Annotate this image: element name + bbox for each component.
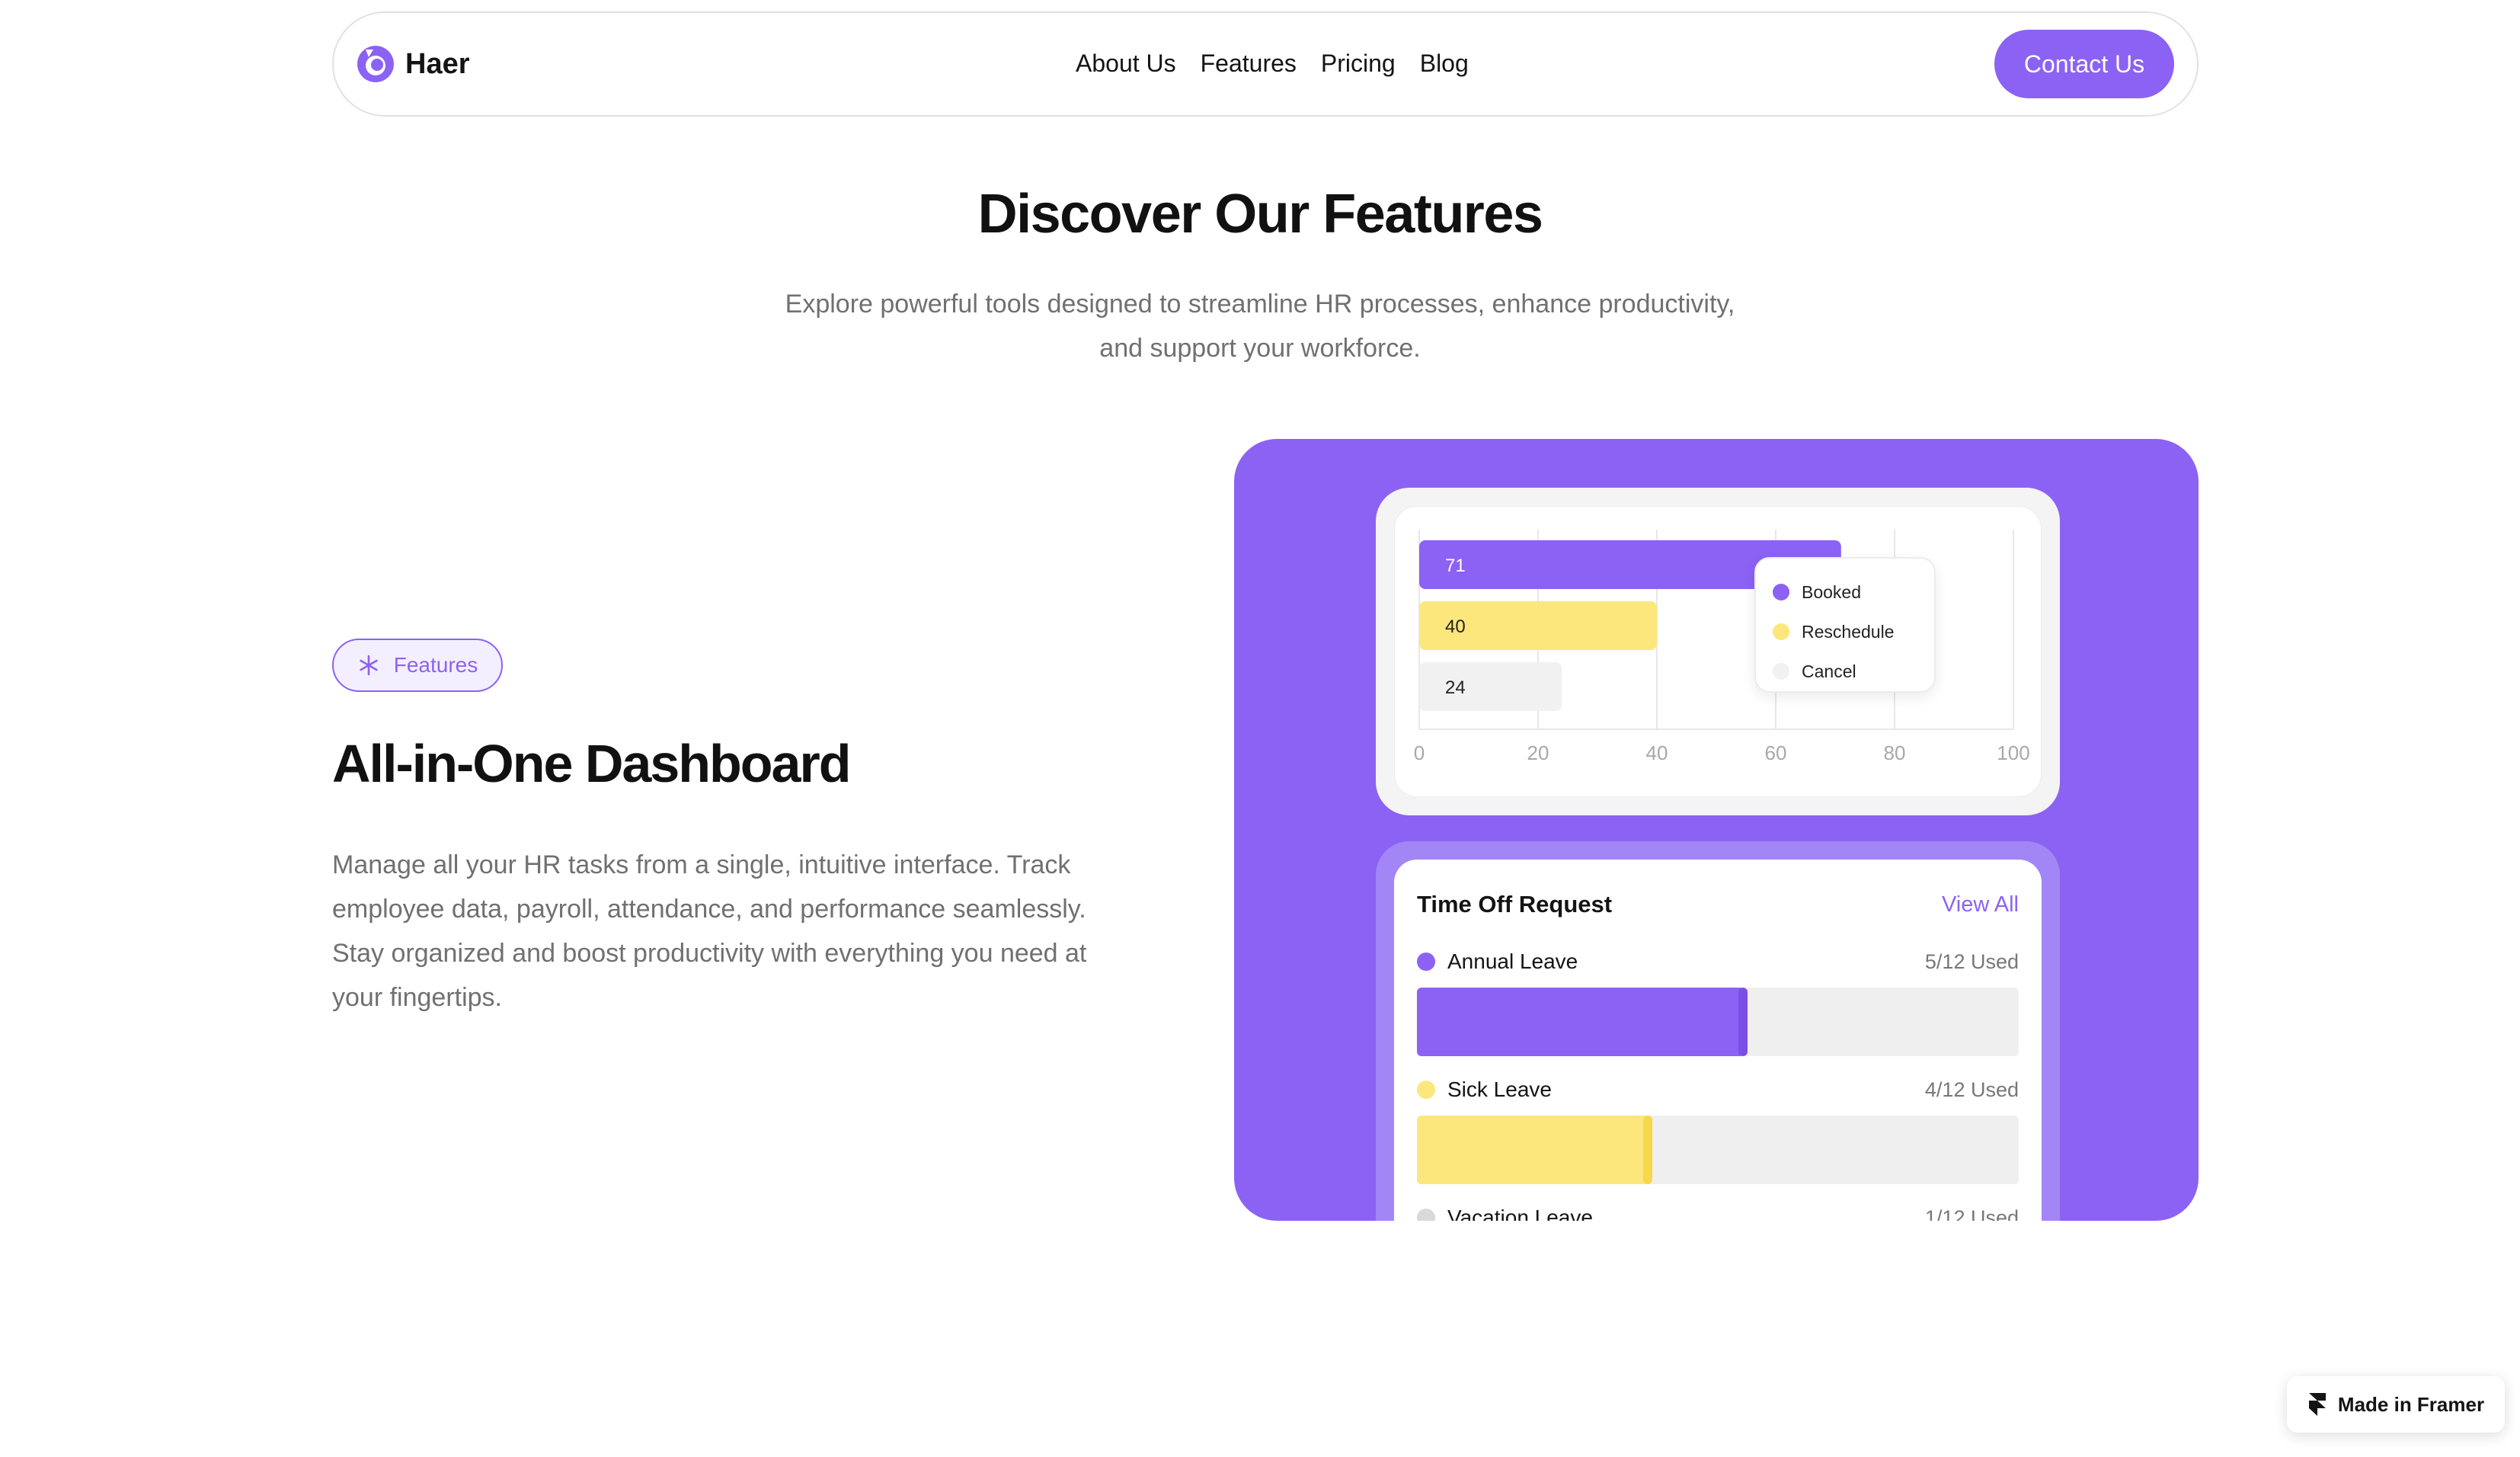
leave-name: Annual Leave bbox=[1417, 949, 1578, 974]
dashboard-preview-panel: 0 20 40 60 80 100 71 40 24 Booked Reschedule Can… bbox=[1234, 439, 2199, 1221]
leave-label: Sick Leave bbox=[1447, 1078, 1552, 1101]
made-in-framer-badge[interactable]: Made in Framer bbox=[2287, 1376, 2505, 1433]
leave-item-sick: Sick Leave 4/12 Used bbox=[1417, 1074, 2019, 1184]
section-subtitle-line-1: Explore powerful tools designed to strea… bbox=[785, 290, 1735, 319]
legend-label-booked: Booked bbox=[1802, 581, 1862, 602]
legend-label-cancel: Cancel bbox=[1802, 661, 1856, 681]
legend-dot-booked bbox=[1773, 584, 1789, 600]
leave-name: Sick Leave bbox=[1417, 1078, 1552, 1102]
leave-name: Vacation Leave bbox=[1417, 1206, 1593, 1221]
leave-progress-track bbox=[1417, 988, 2019, 1056]
navbar: Haer About Us Features Pricing Blog Cont… bbox=[332, 11, 2199, 117]
leave-used: 1/12 Used bbox=[1924, 1206, 2019, 1222]
feature-description: Manage all your HR tasks from a single, … bbox=[332, 850, 1087, 1012]
leave-progress-fill bbox=[1417, 1116, 1648, 1184]
view-all-link[interactable]: View All bbox=[1942, 892, 2019, 917]
leave-item-annual: Annual Leave 5/12 Used bbox=[1417, 946, 2019, 1056]
leave-label: Vacation Leave bbox=[1447, 1206, 1593, 1221]
nav-link-pricing[interactable]: Pricing bbox=[1321, 50, 1396, 78]
section-subtitle-line-2: and support your workforce. bbox=[1099, 334, 1421, 363]
logo-icon bbox=[357, 46, 394, 82]
legend-item-reschedule: Reschedule bbox=[1773, 612, 1934, 652]
x-tick-label: 0 bbox=[1414, 741, 1425, 764]
x-tick-label: 20 bbox=[1527, 741, 1549, 764]
bar-chart: 0 20 40 60 80 100 71 40 24 bbox=[1414, 530, 2030, 764]
asterisk-icon bbox=[360, 655, 378, 676]
leave-label: Annual Leave bbox=[1447, 949, 1578, 973]
legend-label-reschedule: Reschedule bbox=[1802, 621, 1895, 642]
framer-logo-icon bbox=[2308, 1393, 2326, 1416]
x-tick-label: 60 bbox=[1765, 741, 1787, 764]
feature-title: All-in-One Dashboard bbox=[332, 734, 851, 793]
leave-used: 4/12 Used bbox=[1924, 1078, 2019, 1101]
section-subtitle: Explore powerful tools designed to strea… bbox=[727, 282, 1793, 370]
nav-link-features[interactable]: Features bbox=[1201, 50, 1297, 78]
bar-value-label: 24 bbox=[1445, 677, 1466, 698]
leave-row: Annual Leave 5/12 Used bbox=[1417, 946, 2019, 977]
x-tick-label: 40 bbox=[1646, 741, 1668, 764]
contact-us-button[interactable]: Contact Us bbox=[1994, 30, 2174, 98]
leave-progress-track bbox=[1417, 1116, 2019, 1184]
leave-progress-handle bbox=[1738, 988, 1748, 1056]
chart-card: 0 20 40 60 80 100 71 40 24 Booked Reschedule Can… bbox=[1376, 488, 2060, 815]
brand-name: Haer bbox=[405, 47, 470, 80]
section-title: Discover Our Features bbox=[977, 184, 1543, 245]
x-tick-label: 100 bbox=[1997, 741, 2029, 764]
bar-value-label: 71 bbox=[1445, 556, 1466, 576]
bar-value-label: 40 bbox=[1445, 616, 1466, 637]
nav-link-blog[interactable]: Blog bbox=[1420, 50, 1469, 78]
leave-row: Vacation Leave 1/12 Used bbox=[1417, 1202, 2019, 1221]
leave-item-vacation: Vacation Leave 1/12 Used bbox=[1417, 1202, 2019, 1221]
leave-dot bbox=[1417, 1081, 1435, 1099]
leave-dot bbox=[1417, 1209, 1435, 1221]
legend-dot-reschedule bbox=[1773, 623, 1789, 640]
leave-used: 5/12 Used bbox=[1924, 949, 2019, 973]
bar-cancel bbox=[1419, 662, 1562, 711]
chart-inner: 0 20 40 60 80 100 71 40 24 Booked Reschedule Can… bbox=[1394, 506, 2042, 797]
time-off-title: Time Off Request bbox=[1417, 891, 1613, 917]
leave-row: Sick Leave 4/12 Used bbox=[1417, 1074, 2019, 1105]
leave-progress-fill bbox=[1417, 988, 1743, 1056]
x-tick-label: 80 bbox=[1884, 741, 1906, 764]
nav-link-about[interactable]: About Us bbox=[1076, 50, 1176, 78]
legend-dot-cancel bbox=[1773, 663, 1789, 680]
time-off-card-frame: Time Off Request View All Annual Leave 5… bbox=[1376, 841, 2060, 1221]
legend-item-cancel: Cancel bbox=[1773, 652, 1934, 691]
time-off-card: Time Off Request View All Annual Leave 5… bbox=[1394, 860, 2042, 1221]
legend-item-booked: Booked bbox=[1773, 572, 1934, 612]
leave-dot bbox=[1417, 953, 1435, 971]
features-pill-label: Features bbox=[393, 653, 478, 677]
chart-legend: Booked Reschedule Cancel bbox=[1754, 557, 1936, 693]
features-pill: Features bbox=[332, 639, 503, 692]
time-off-header: Time Off Request View All bbox=[1417, 885, 2019, 924]
badge-label: Made in Framer bbox=[2337, 1392, 2485, 1416]
brand-logo[interactable]: Haer bbox=[357, 45, 470, 83]
leave-progress-handle bbox=[1642, 1116, 1652, 1184]
nav-links: About Us Features Pricing Blog bbox=[1076, 50, 1469, 78]
